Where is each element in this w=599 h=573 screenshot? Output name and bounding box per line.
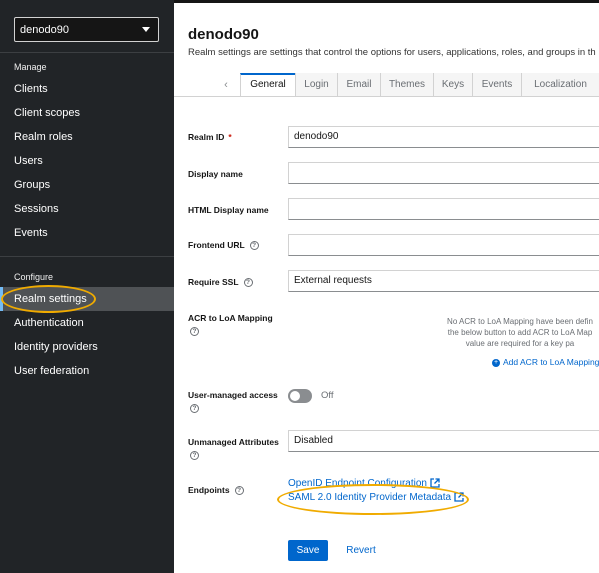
- tab-themes[interactable]: Themes: [380, 73, 433, 97]
- required-mark: *: [228, 132, 232, 142]
- external-link-icon: [454, 492, 464, 503]
- tab-keys[interactable]: Keys: [433, 73, 472, 97]
- unmanaged-attributes-label: Unmanaged Attributes: [188, 437, 279, 447]
- add-acr-mapping-button[interactable]: + Add ACR to LoA Mapping: [492, 357, 599, 367]
- sidebar-heading-configure: Configure: [14, 272, 54, 282]
- help-icon[interactable]: ?: [234, 486, 244, 496]
- endpoints-label-text: Endpoints: [188, 485, 230, 495]
- save-button[interactable]: Save: [288, 540, 328, 561]
- user-managed-access-switch[interactable]: [288, 389, 312, 403]
- sidebar-item-authentication[interactable]: Authentication: [0, 311, 174, 335]
- tab-email[interactable]: Email: [337, 73, 380, 97]
- user-managed-access-label: User-managed access: [188, 390, 278, 400]
- tabs-divider: [174, 96, 599, 97]
- sidebar-heading-manage: Manage: [14, 62, 47, 72]
- help-icon[interactable]: ?: [190, 451, 199, 460]
- realm-id-label: Realm ID *: [188, 132, 232, 142]
- sidebar-item-events[interactable]: Events: [0, 221, 174, 245]
- tab-general[interactable]: General: [240, 73, 295, 97]
- sidebar-divider: [0, 52, 174, 53]
- sidebar-item-realm-settings[interactable]: Realm settings: [0, 287, 174, 311]
- help-icon[interactable]: ?: [249, 241, 259, 251]
- html-display-name-field[interactable]: [288, 198, 599, 220]
- tab-bar: ‹ General Login Email Themes Keys Events…: [174, 73, 599, 97]
- help-icon[interactable]: ?: [243, 278, 253, 288]
- frontend-url-field[interactable]: [288, 234, 599, 256]
- sidebar-item-client-scopes[interactable]: Client scopes: [0, 101, 174, 125]
- tab-events[interactable]: Events: [472, 73, 521, 97]
- page-header: denodo90 Realm settings are settings tha…: [174, 3, 599, 73]
- sidebar-item-identity-providers[interactable]: Identity providers: [0, 335, 174, 359]
- sidebar-item-user-federation[interactable]: User federation: [0, 359, 174, 383]
- display-name-label: Display name: [188, 169, 243, 179]
- scroll-tabs-left-button[interactable]: ‹: [212, 73, 240, 97]
- plus-circle-icon: +: [492, 358, 500, 367]
- page-description: Realm settings are settings that control…: [188, 47, 596, 58]
- help-icon[interactable]: ?: [190, 404, 199, 413]
- saml-identity-provider-metadata-link[interactable]: SAML 2.0 Identity Provider Metadata: [288, 492, 464, 503]
- tab-localization[interactable]: Localization: [521, 73, 599, 97]
- acr-empty-text-line: value are required for a key pa: [465, 339, 575, 348]
- html-display-name-label: HTML Display name: [188, 205, 269, 215]
- realm-id-label-text: Realm ID: [188, 132, 225, 142]
- help-icon[interactable]: ?: [190, 327, 199, 336]
- require-ssl-label: Require SSL?: [188, 277, 253, 288]
- openid-endpoint-link-text: OpenID Endpoint Configuration: [288, 478, 427, 489]
- page-title: denodo90: [188, 26, 259, 43]
- display-name-field[interactable]: [288, 162, 599, 184]
- sidebar: denodo90 Manage Clients Client scopes Re…: [0, 0, 174, 573]
- acr-mapping-empty-state: No ACR to LoA Mapping have been defin th…: [420, 316, 599, 349]
- acr-empty-text-line: No ACR to LoA Mapping have been defin: [447, 317, 593, 326]
- openid-endpoint-configuration-link[interactable]: OpenID Endpoint Configuration: [288, 478, 440, 489]
- endpoints-label: Endpoints?: [188, 485, 244, 496]
- external-link-icon: [430, 478, 440, 489]
- sidebar-item-users[interactable]: Users: [0, 149, 174, 173]
- saml-metadata-link-text: SAML 2.0 Identity Provider Metadata: [288, 492, 452, 503]
- user-managed-access-state: Off: [321, 390, 334, 401]
- sidebar-item-groups[interactable]: Groups: [0, 173, 174, 197]
- realm-selector[interactable]: denodo90: [14, 17, 159, 42]
- revert-button[interactable]: Revert: [340, 540, 382, 561]
- sidebar-divider: [0, 256, 174, 257]
- frontend-url-label-text: Frontend URL: [188, 240, 245, 250]
- acr-empty-text-line: the below button to add ACR to LoA Map: [447, 328, 593, 337]
- acr-mapping-label: ACR to LoA Mapping: [188, 313, 273, 323]
- frontend-url-label: Frontend URL?: [188, 240, 259, 251]
- sidebar-item-sessions[interactable]: Sessions: [0, 197, 174, 221]
- chevron-left-icon: ‹: [224, 79, 228, 91]
- require-ssl-label-text: Require SSL: [188, 277, 239, 287]
- realm-selector-value: denodo90: [20, 23, 69, 36]
- unmanaged-attributes-select[interactable]: Disabled: [288, 430, 599, 452]
- tab-login[interactable]: Login: [295, 73, 337, 97]
- realm-id-field[interactable]: denodo90: [288, 126, 599, 148]
- add-acr-mapping-label: Add ACR to LoA Mapping: [503, 357, 599, 367]
- sidebar-item-clients[interactable]: Clients: [0, 77, 174, 101]
- sidebar-item-realm-roles[interactable]: Realm roles: [0, 125, 174, 149]
- switch-knob: [290, 391, 300, 401]
- require-ssl-select[interactable]: External requests: [288, 270, 599, 292]
- caret-down-icon: [142, 27, 150, 32]
